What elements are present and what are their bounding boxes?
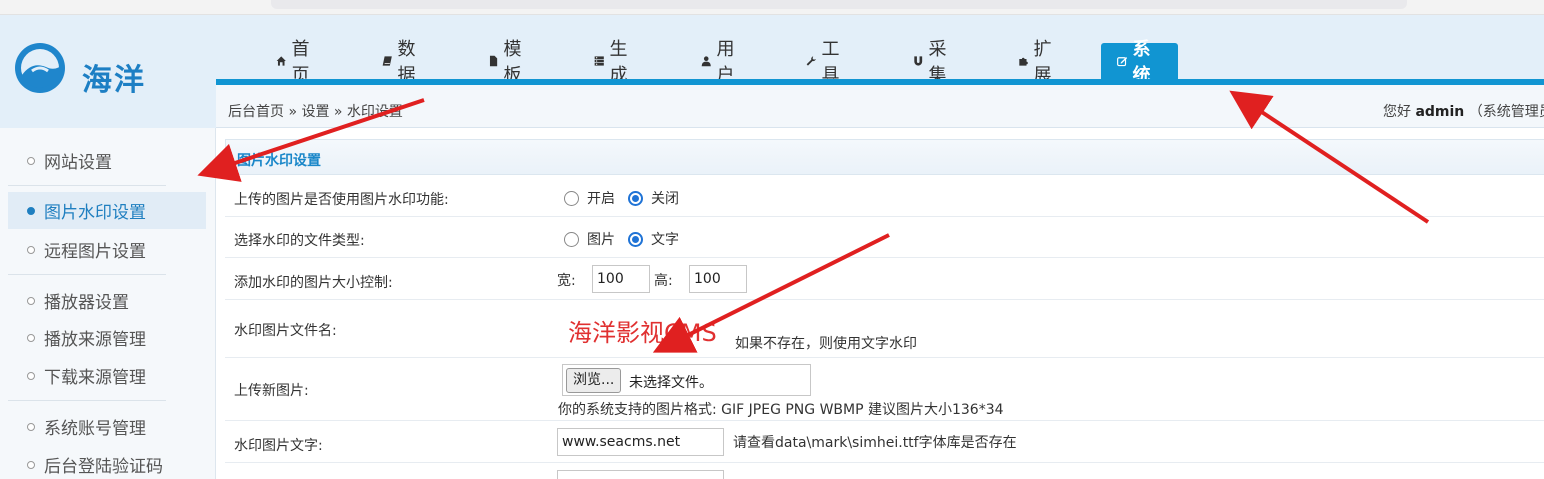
- field-label: 水印图片文件名:: [234, 323, 337, 339]
- radio-circle-checked[interactable]: [628, 190, 643, 206]
- sidebar-item-label: 远程图片设置: [44, 242, 146, 262]
- browser-top-strip: [0, 0, 1544, 15]
- nav-system[interactable]: 系统: [1101, 39, 1178, 86]
- section-header: 图片水印设置: [225, 139, 1544, 175]
- breadcrumb: 后台首页 » 设置 » 水印设置: [228, 104, 403, 120]
- bullet-icon: [27, 297, 35, 305]
- field-label: 上传新图片:: [234, 383, 309, 399]
- radio-label: 图片: [587, 232, 615, 248]
- sidebar-item-remote-image[interactable]: 远程图片设置: [8, 231, 206, 268]
- partial-input[interactable]: [557, 470, 724, 479]
- file-status: 未选择文件。: [629, 375, 713, 391]
- wrench-icon: [806, 56, 816, 66]
- form-row-upload: 上传新图片: 浏览... 未选择文件。 你的系统支持的图片格式: GIF JPE…: [225, 358, 1544, 421]
- file-input[interactable]: 浏览... 未选择文件。: [562, 364, 811, 396]
- sidebar-divider: [8, 185, 166, 186]
- form-row-size: 添加水印的图片大小控制: 宽: 高:: [225, 258, 1544, 300]
- bullet-icon: [27, 461, 35, 469]
- sidebar-item-label: 播放来源管理: [44, 330, 146, 350]
- nav-template[interactable]: 模板: [488, 39, 527, 86]
- bullet-icon: [27, 334, 35, 342]
- puzzle-icon: [1019, 57, 1028, 66]
- username[interactable]: admin: [1415, 104, 1464, 120]
- width-input[interactable]: [592, 265, 650, 293]
- bullet-icon: [27, 207, 35, 215]
- nav-data[interactable]: 数据: [382, 39, 421, 86]
- sidebar-item-label: 下载来源管理: [44, 368, 146, 388]
- logo-wave-icon: [15, 43, 65, 93]
- sidebar-item-download-source[interactable]: 下载来源管理: [8, 357, 206, 394]
- radio-label: 关闭: [651, 191, 679, 207]
- form-row-partial: [225, 463, 1544, 479]
- radio-circle[interactable]: [564, 190, 579, 206]
- sidebar-item-label: 后台登陆验证码: [44, 457, 163, 477]
- file-icon: [489, 55, 498, 67]
- sidebar-divider: [8, 400, 166, 401]
- width-label: 宽:: [557, 273, 576, 289]
- browse-button[interactable]: 浏览...: [566, 368, 622, 393]
- nav-tools[interactable]: 工具: [806, 39, 845, 86]
- sidebar-item-play-source[interactable]: 播放来源管理: [8, 319, 206, 356]
- sidebar-item-captcha[interactable]: 后台登陆验证码: [8, 446, 206, 479]
- book-icon: [382, 56, 392, 66]
- breadcrumb-bar: 后台首页 » 设置 » 水印设置 您好 admin （系统管理员: [216, 85, 1544, 128]
- field-label: 添加水印的图片大小控制:: [234, 275, 393, 291]
- field-label: 水印图片文字:: [234, 438, 323, 454]
- user-greeting: 您好 admin （系统管理员: [1383, 101, 1544, 121]
- radio-label: 文字: [651, 232, 679, 248]
- filename-note: 如果不存在，则使用文字水印: [735, 336, 917, 352]
- sidebar-item-site-settings[interactable]: 网站设置: [8, 142, 206, 179]
- form-row-type: 选择水印的文件类型: 图片 文字: [225, 217, 1544, 258]
- nav-generate[interactable]: 生成: [594, 39, 633, 86]
- logo: 海洋: [12, 41, 162, 101]
- user-role: （系统管理员: [1468, 104, 1544, 120]
- sidebar-item-player[interactable]: 播放器设置: [8, 282, 206, 319]
- edit-icon: [1117, 57, 1128, 67]
- sidebar-item-accounts[interactable]: 系统账号管理: [8, 408, 206, 445]
- nav-users[interactable]: 用户: [701, 39, 740, 86]
- field-label: 选择水印的文件类型:: [234, 233, 365, 249]
- radio-circle[interactable]: [564, 231, 579, 247]
- field-label: 上传的图片是否使用图片水印功能:: [234, 192, 449, 208]
- bullet-icon: [27, 372, 35, 380]
- sidebar-divider: [8, 274, 166, 275]
- header: 海洋 首页 数据 模板 生成 用户 工具 采集 扩展 系统 后台首页 » 设置 …: [0, 15, 1544, 128]
- radio-label: 开启: [587, 191, 615, 207]
- section-title: 图片水印设置: [237, 153, 321, 169]
- address-bar[interactable]: [271, 0, 1407, 9]
- height-label: 高:: [654, 273, 673, 289]
- logo-text: 海洋: [82, 63, 146, 98]
- radio-type-text[interactable]: 文字: [628, 229, 679, 249]
- form-row-filename: 水印图片文件名: 海洋影视CMS 如果不存在，则使用文字水印: [225, 300, 1544, 358]
- sidebar-item-label: 网站设置: [44, 153, 112, 173]
- sidebar-item-watermark[interactable]: 图片水印设置: [8, 192, 206, 229]
- sidebar-item-label: 图片水印设置: [44, 203, 146, 223]
- user-icon: [701, 56, 711, 67]
- greeting-prefix: 您好: [1383, 104, 1411, 120]
- nav-collect[interactable]: 采集: [913, 39, 952, 86]
- magnet-icon: [914, 56, 923, 66]
- form-row-wm-text: 水印图片文字: 请查看data\mark\simhei.ttf字体库是否存在: [225, 421, 1544, 463]
- nav-extend[interactable]: 扩展: [1018, 39, 1057, 86]
- watermark-text-input[interactable]: [557, 428, 724, 456]
- format-hint: 你的系统支持的图片格式: GIF JPEG PNG WBMP 建议图片大小136…: [558, 402, 1004, 418]
- form-row-enable: 上传的图片是否使用图片水印功能: 开启 关闭: [225, 176, 1544, 217]
- bullet-icon: [27, 423, 35, 431]
- server-icon: [594, 56, 604, 66]
- sidebar-item-label: 播放器设置: [44, 293, 129, 313]
- radio-circle-checked[interactable]: [628, 231, 643, 247]
- home-icon: [276, 56, 286, 66]
- watermark-preview-image: 海洋影视CMS: [568, 319, 717, 347]
- bullet-icon: [27, 157, 35, 165]
- bullet-icon: [27, 246, 35, 254]
- sidebar: 网站设置 图片水印设置 远程图片设置 播放器设置 播放来源管理 下载来源管理 系…: [0, 128, 216, 479]
- radio-enable-off[interactable]: 关闭: [628, 188, 679, 208]
- height-input[interactable]: [689, 265, 747, 293]
- radio-enable-on[interactable]: 开启: [564, 188, 615, 208]
- radio-type-image[interactable]: 图片: [564, 229, 615, 249]
- nav-home[interactable]: 首页: [276, 39, 315, 86]
- sidebar-item-label: 系统账号管理: [44, 419, 146, 439]
- font-note: 请查看data\mark\simhei.ttf字体库是否存在: [733, 435, 1017, 451]
- main-content: 图片水印设置 上传的图片是否使用图片水印功能: 开启 关闭 选择水印的文件类型:…: [220, 128, 1544, 479]
